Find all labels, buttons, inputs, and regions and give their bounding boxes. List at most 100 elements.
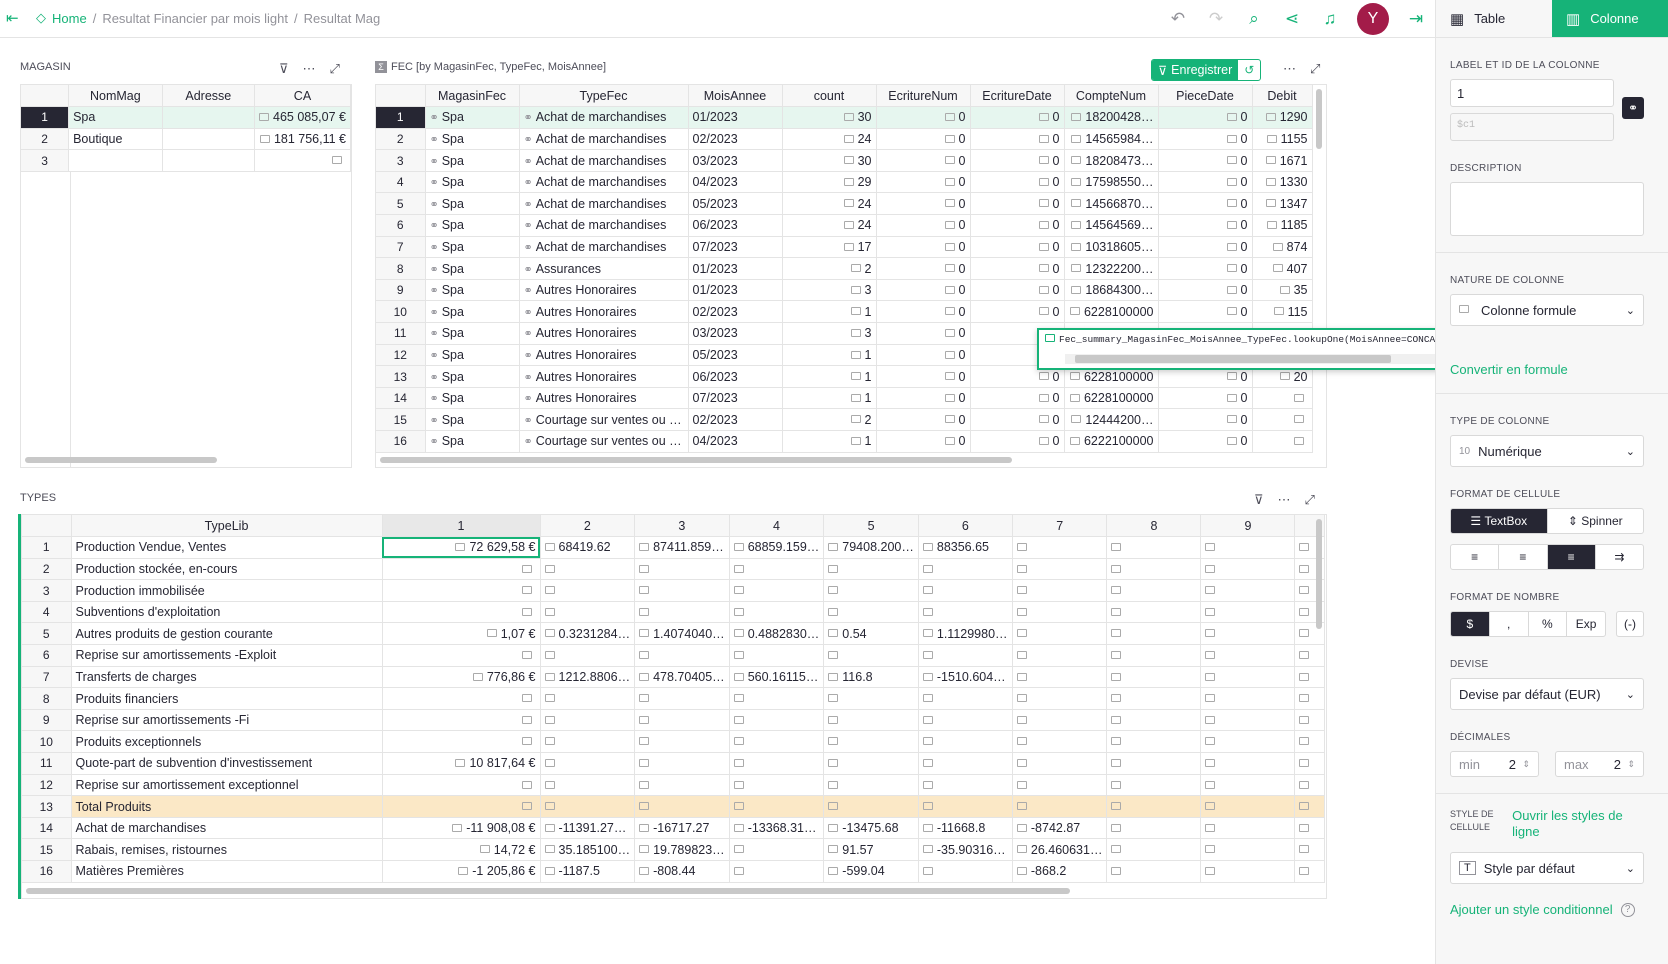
table-row[interactable]: 4 ⚭ Spa ⚭ Achat de marchandises 04/2023 29 0 0 17… [376,171,1313,194]
table-row[interactable]: 10 Produits exceptionnels [22,730,1326,754]
more-icon[interactable]: ⋯ [1283,61,1296,77]
table-row[interactable]: 14 ⚭ Spa ⚭ Autres Honoraires 07/2023 1 0 0 622810… [376,387,1313,410]
month-cell[interactable] [918,644,1013,667]
magasinfec-cell[interactable]: ⚭ Spa [425,106,520,129]
breadcrumb-doc[interactable]: Resultat Financier par mois light [102,11,288,26]
debit-cell[interactable]: 1290 [1252,106,1313,129]
month-cell[interactable] [634,774,730,797]
vertical-scrollbar[interactable] [1316,89,1322,149]
row-number[interactable]: 1 [22,536,72,559]
month-cell[interactable] [1106,601,1202,624]
moisannee-cell[interactable]: 03/2023 [688,322,783,345]
month-cell[interactable] [918,730,1013,754]
month-cell[interactable]: -11668.8 [918,817,1013,840]
comptenum-cell[interactable]: 6228100000 [1064,300,1159,324]
month-cell[interactable]: 26.460631… [1012,838,1108,861]
piecedate-cell[interactable]: 0 [1158,214,1253,237]
align-left-icon[interactable]: ≡ [1451,545,1500,569]
column-header[interactable]: CA [254,85,351,108]
count-cell[interactable]: 2 [782,408,877,431]
comptenum-cell[interactable]: 14564569… [1064,214,1159,237]
exp-format-button[interactable]: Exp [1567,612,1605,636]
ecrituredate-cell[interactable]: 0 [970,106,1065,129]
comptenum-cell[interactable]: 14565984… [1064,128,1159,151]
count-cell[interactable]: 1 [782,387,877,410]
month-cell[interactable] [1200,795,1296,818]
redo-icon[interactable]: ↷ [1197,9,1235,29]
typefec-cell[interactable]: ⚭ Achat de marchandises [519,171,689,194]
typefec-cell[interactable]: ⚭ Achat de marchandises [519,214,689,237]
typefec-cell[interactable]: ⚭ Achat de marchandises [519,106,689,129]
moisannee-cell[interactable]: 01/2023 [688,279,783,302]
expand-icon[interactable]: ⤢ [1310,61,1320,77]
row-number[interactable]: 4 [376,171,426,194]
open-row-styles-link[interactable]: Ouvrir les styles de ligne [1512,808,1644,840]
column-nature-select[interactable]: Colonne formule ⌄ [1450,294,1644,326]
month-cell[interactable] [540,687,636,710]
month-cell[interactable] [729,687,825,710]
count-cell[interactable]: 24 [782,128,877,151]
ecrituredate-cell[interactable]: 0 [970,408,1065,431]
negative-format-button[interactable]: (-) [1616,611,1644,637]
magasinfec-cell[interactable]: ⚭ Spa [425,149,520,172]
collapse-right-panel-icon[interactable]: ⇥ [1397,9,1435,29]
month-cell[interactable]: -11 908,08 € [382,817,541,840]
month-cell[interactable]: 1212.8806… [540,666,636,689]
month-cell[interactable] [634,579,730,602]
month-cell[interactable]: 1,07 € [382,622,541,646]
ecrituredate-cell[interactable]: 0 [970,387,1065,410]
month-cell[interactable] [729,730,825,754]
month-cell[interactable] [1294,730,1326,754]
undo-icon[interactable]: ↶ [1159,9,1197,29]
table-row[interactable]: 13 Total Produits [22,795,1326,818]
count-cell[interactable]: 24 [782,192,877,216]
magasinfec-cell[interactable]: ⚭ Spa [425,128,520,151]
column-header[interactable]: EcritureDate [970,85,1065,108]
magasinfec-cell[interactable]: ⚭ Spa [425,192,520,216]
typefec-cell[interactable]: ⚭ Achat de marchandises [519,236,689,259]
month-cell[interactable]: -868.2 [1012,860,1108,883]
typefec-cell[interactable]: ⚭ Autres Honoraires [519,344,689,367]
month-cell[interactable] [1012,536,1108,559]
month-cell[interactable] [382,730,541,754]
link-icon[interactable]: ⚭ [1622,97,1644,119]
comptenum-cell[interactable]: 10318605… [1064,236,1159,259]
count-cell[interactable]: 1 [782,430,877,453]
month-cell[interactable] [823,579,919,602]
month-cell[interactable] [729,774,825,797]
column-header[interactable]: 1 [382,515,541,538]
ca-cell[interactable]: 465 085,07 € [254,106,351,129]
month-cell[interactable] [729,601,825,624]
month-cell[interactable] [1012,687,1108,710]
column-header[interactable]: PieceDate [1158,85,1253,108]
ecriturenum-cell[interactable]: 0 [876,279,971,302]
row-number[interactable]: 5 [376,192,426,216]
revert-icon[interactable]: ↺ [1238,60,1260,80]
month-cell[interactable] [729,579,825,602]
table-row[interactable]: 2 Boutique 181 756,11 € [21,128,351,151]
piecedate-cell[interactable]: 0 [1158,171,1253,194]
sort-filter-icon[interactable]: ⊽ [279,61,289,77]
month-cell[interactable] [1106,558,1202,581]
nommag-cell[interactable]: Spa [68,106,163,129]
month-cell[interactable] [1200,752,1296,775]
spinner-button[interactable]: ⇕ Spinner [1548,509,1644,533]
month-cell[interactable] [382,795,541,818]
month-cell[interactable] [634,795,730,818]
month-cell[interactable]: -35.90316… [918,838,1013,861]
piecedate-cell[interactable]: 0 [1158,387,1253,410]
row-number[interactable]: 13 [376,365,426,388]
debit-cell[interactable] [1252,387,1313,410]
month-cell[interactable] [1200,536,1296,559]
count-cell[interactable]: 30 [782,106,877,129]
comptenum-cell[interactable]: 12322200… [1064,257,1159,280]
month-cell[interactable] [1012,795,1108,818]
typefec-cell[interactable]: ⚭ Autres Honoraires [519,300,689,324]
month-cell[interactable] [1106,795,1202,818]
row-number-header[interactable] [22,515,72,538]
month-cell[interactable] [634,709,730,732]
ecriturenum-cell[interactable]: 0 [876,322,971,345]
row-number[interactable]: 6 [376,214,426,237]
ecriturenum-cell[interactable]: 0 [876,344,971,367]
table-row[interactable]: 12 Reprise sur amortissement exceptionnel [22,774,1326,797]
